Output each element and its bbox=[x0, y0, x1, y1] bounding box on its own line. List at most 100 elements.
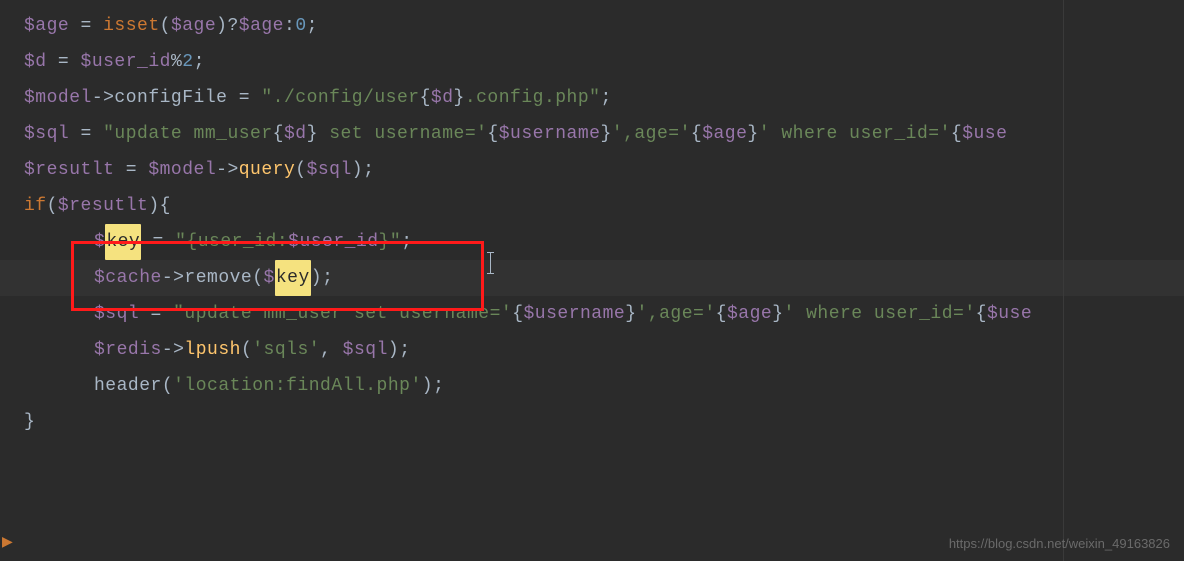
op-eq: = bbox=[141, 224, 175, 260]
variable: $d bbox=[284, 116, 307, 152]
string: ' where user_id=' bbox=[759, 116, 951, 152]
arrow: -> bbox=[216, 152, 239, 188]
semicolon: ; bbox=[401, 224, 412, 260]
paren: ( bbox=[241, 332, 252, 368]
comma: , bbox=[320, 332, 343, 368]
method-name: remove bbox=[184, 260, 252, 296]
brace: } bbox=[625, 296, 636, 332]
variable: $model bbox=[24, 80, 92, 116]
brace: { bbox=[976, 296, 987, 332]
semicolon: ; bbox=[322, 260, 333, 296]
arrow: -> bbox=[92, 80, 115, 116]
variable: $cache bbox=[94, 260, 162, 296]
code-editor[interactable]: $age = isset($age)?$age:0; $d = $user_id… bbox=[0, 0, 1184, 440]
paren: ) bbox=[311, 260, 322, 296]
function-name: header bbox=[94, 368, 162, 404]
variable: $d bbox=[24, 44, 47, 80]
op-eq: = bbox=[114, 152, 148, 188]
paren: )? bbox=[216, 8, 239, 44]
string: 'location:findAll.php' bbox=[173, 368, 422, 404]
colon: : bbox=[284, 8, 295, 44]
keyword-isset: isset bbox=[103, 8, 160, 44]
string: }" bbox=[379, 224, 402, 260]
string: ',age=' bbox=[637, 296, 716, 332]
number: 2 bbox=[182, 44, 193, 80]
op-eq: = bbox=[227, 80, 261, 116]
brace: { bbox=[691, 116, 702, 152]
string: ',age=' bbox=[612, 116, 691, 152]
string: 'sqls' bbox=[252, 332, 320, 368]
code-line[interactable]: $d = $user_id%2; bbox=[24, 44, 1184, 80]
paren: ( bbox=[47, 188, 58, 224]
variable: $user_id bbox=[288, 224, 378, 260]
op-eq: = bbox=[47, 44, 81, 80]
semicolon: ; bbox=[600, 80, 611, 116]
brace: } bbox=[772, 296, 783, 332]
code-line[interactable]: if($resutlt){ bbox=[24, 188, 1184, 224]
function-name: query bbox=[239, 152, 296, 188]
code-line[interactable]: $sql = "update mm_user{$d} set username=… bbox=[24, 116, 1184, 152]
variable: $resutlt bbox=[58, 188, 148, 224]
paren: ( bbox=[162, 368, 173, 404]
paren: ) bbox=[388, 332, 399, 368]
string: "{user_id: bbox=[175, 224, 288, 260]
highlighted-text: key bbox=[275, 260, 311, 296]
code-line[interactable]: $sql = "update mm_user set username='{$u… bbox=[24, 296, 1184, 332]
variable: $use bbox=[987, 296, 1032, 332]
breakpoint-chevron-icon[interactable]: ▶ bbox=[2, 534, 13, 551]
string: set username=' bbox=[318, 116, 488, 152]
variable: $sql bbox=[343, 332, 388, 368]
number: 0 bbox=[295, 8, 306, 44]
code-line[interactable]: $resutlt = $model->query($sql); bbox=[24, 152, 1184, 188]
watermark-text: https://blog.csdn.net/weixin_49163826 bbox=[949, 536, 1170, 551]
brace: } bbox=[600, 116, 611, 152]
function-name: lpush bbox=[184, 332, 241, 368]
string: "update mm_user set username=' bbox=[173, 296, 512, 332]
code-line[interactable]: $model->configFile = "./config/user{$d}.… bbox=[24, 80, 1184, 116]
semicolon: ; bbox=[307, 8, 318, 44]
text-cursor bbox=[490, 252, 491, 274]
op-mod: % bbox=[171, 44, 182, 80]
string: .config.php" bbox=[465, 80, 601, 116]
brace: { bbox=[273, 116, 284, 152]
brace: { bbox=[487, 116, 498, 152]
brace-close: } bbox=[24, 404, 35, 440]
paren: ) bbox=[422, 368, 433, 404]
variable-dollar: $ bbox=[264, 260, 275, 296]
paren-brace: ){ bbox=[148, 188, 171, 224]
op-eq: = bbox=[69, 116, 103, 152]
code-line[interactable]: header('location:findAll.php'); bbox=[24, 368, 1184, 404]
semicolon: ; bbox=[194, 44, 205, 80]
paren: ) bbox=[352, 152, 363, 188]
code-line[interactable]: $redis->lpush('sqls', $sql); bbox=[24, 332, 1184, 368]
op-eq: = bbox=[69, 8, 103, 44]
variable: $age bbox=[727, 296, 772, 332]
code-line[interactable]: } bbox=[24, 404, 1184, 440]
code-line[interactable]: $age = isset($age)?$age:0; bbox=[24, 8, 1184, 44]
keyword-if: if bbox=[24, 188, 47, 224]
variable: $username bbox=[499, 116, 601, 152]
arrow: -> bbox=[162, 260, 185, 296]
variable: $sql bbox=[24, 116, 69, 152]
code-line[interactable]: $key = "{user_id:$user_id}"; bbox=[24, 224, 1184, 260]
brace: } bbox=[454, 80, 465, 116]
brace: { bbox=[951, 116, 962, 152]
brace: } bbox=[307, 116, 318, 152]
semicolon: ; bbox=[399, 332, 410, 368]
highlighted-text: key bbox=[105, 224, 141, 260]
semicolon: ; bbox=[433, 368, 444, 404]
variable: $age bbox=[702, 116, 747, 152]
variable: $age bbox=[171, 8, 216, 44]
paren: ( bbox=[252, 260, 263, 296]
arrow: -> bbox=[162, 332, 185, 368]
property: configFile bbox=[114, 80, 227, 116]
variable: $d bbox=[431, 80, 454, 116]
brace: { bbox=[512, 296, 523, 332]
string: "update mm_user bbox=[103, 116, 273, 152]
brace: } bbox=[747, 116, 758, 152]
variable: $username bbox=[524, 296, 626, 332]
variable-dollar: $ bbox=[94, 224, 105, 260]
string: ' where user_id=' bbox=[784, 296, 976, 332]
code-line-current[interactable]: $cache->remove($key); bbox=[24, 260, 1184, 296]
variable: $user_id bbox=[81, 44, 171, 80]
